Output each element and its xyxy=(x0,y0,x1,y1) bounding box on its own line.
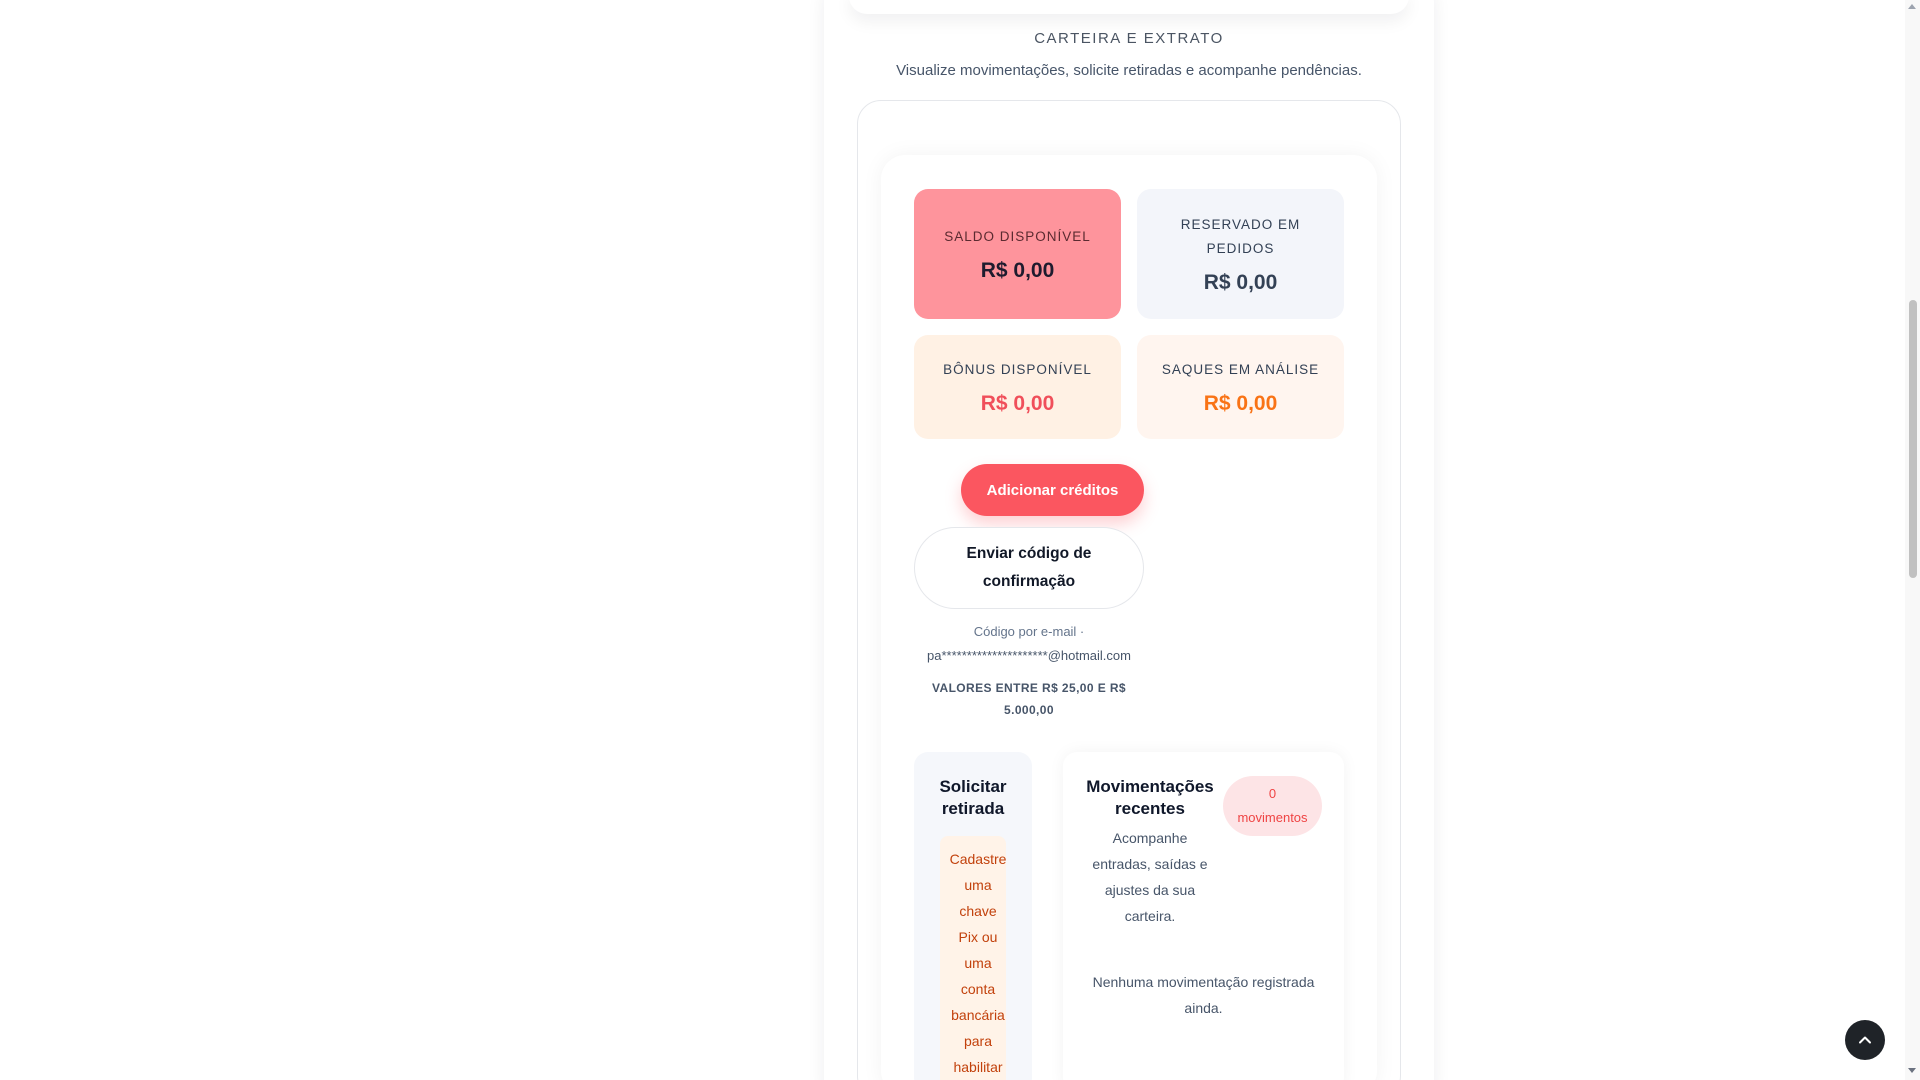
movements-count-badge: 0 movimentos xyxy=(1223,776,1322,836)
movements-title: Movimentações recentes xyxy=(1086,777,1214,818)
code-info-prefix: Código por e-mail · xyxy=(973,624,1085,639)
stat-label: SAQUES EM ANÁLISE xyxy=(1161,362,1320,377)
stat-label: RESERVADO EM PEDIDOS xyxy=(1180,217,1301,256)
stat-value: R$ 0,00 xyxy=(980,392,1055,415)
code-delivery-info: Código por e-mail · pa******************… xyxy=(900,620,1158,668)
header-card xyxy=(849,0,1409,14)
stat-available-balance: SALDO DISPONÍVEL R$ 0,00 xyxy=(914,189,1121,319)
section-subtitle: Visualize movimentações, solicite retira… xyxy=(896,62,1362,79)
scrollbar-thumb[interactable] xyxy=(1909,300,1917,578)
badge-count: 0 xyxy=(1268,786,1277,801)
amount-limits: VALORES ENTRE R$ 25,00 E R$ 5.000,00 xyxy=(932,681,1126,717)
stat-withdrawals-review: SAQUES EM ANÁLISE R$ 0,00 xyxy=(1137,335,1344,439)
add-credits-button[interactable]: Adicionar créditos xyxy=(961,464,1144,516)
stat-label: BÔNUS DISPONÍVEL xyxy=(943,362,1092,377)
stat-reserved-orders: RESERVADO EM PEDIDOS R$ 0,00 xyxy=(1137,189,1344,319)
stat-value: R$ 0,00 xyxy=(1203,271,1278,294)
scroll-down-arrow-icon[interactable] xyxy=(1908,1068,1916,1073)
back-to-top-button[interactable] xyxy=(1845,1020,1885,1060)
chevron-up-icon xyxy=(1859,1036,1871,1044)
send-code-button[interactable]: Enviar código de confirmação xyxy=(914,527,1144,609)
stat-value: R$ 0,00 xyxy=(980,259,1055,282)
stat-value: R$ 0,00 xyxy=(1203,392,1278,415)
withdraw-alert-text: Cadastre uma chave Pix ou uma conta banc… xyxy=(949,851,1007,1075)
movements-empty-state: Nenhuma movimentação registrada ainda. xyxy=(1092,974,1315,1016)
stat-label: SALDO DISPONÍVEL xyxy=(944,229,1091,244)
movements-description: Acompanhe entradas, saídas e ajustes da … xyxy=(1092,830,1208,924)
masked-email: pa*********************@hotmail.com xyxy=(927,648,1131,663)
stat-bonus-available: BÔNUS DISPONÍVEL R$ 0,00 xyxy=(914,335,1121,439)
withdraw-title: Solicitar retirada xyxy=(939,777,1007,818)
badge-unit: movimentos xyxy=(1237,810,1308,825)
section-title: CARTEIRA E EXTRATO xyxy=(1034,30,1224,47)
scroll-up-arrow-icon[interactable] xyxy=(1908,4,1916,9)
